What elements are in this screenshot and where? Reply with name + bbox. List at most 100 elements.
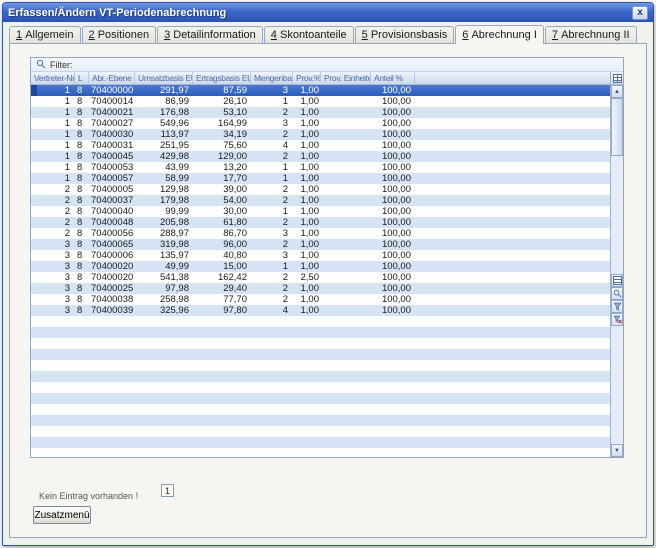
cell: 1,00 [293, 151, 321, 162]
table-row[interactable]: 2870400037179,9854,0021,00100,00 [31, 195, 610, 206]
cell [321, 184, 371, 195]
filter-clear-icon[interactable] [611, 313, 623, 326]
table-row[interactable]: 387040002597,9829,4021,00100,00 [31, 283, 610, 294]
table-row[interactable]: 1870400030113,9734,1921,00100,00 [31, 129, 610, 140]
table-row[interactable]: 3870400020541,38162,4222,50100,00 [31, 272, 610, 283]
table-row[interactable]: 1870400031251,9575,6041,00100,00 [31, 140, 610, 151]
cell: 100,00 [371, 85, 415, 96]
table-row[interactable]: 1870400000291,9787,5931,00100,00 [31, 85, 610, 96]
cell: 53,10 [193, 107, 251, 118]
cell: 100,00 [371, 129, 415, 140]
column-header[interactable]: Ertragsbasis EUR [193, 72, 251, 84]
column-header[interactable]: Mengenbasis [251, 72, 293, 84]
tab-key: 6 [462, 29, 468, 41]
close-icon[interactable]: x [632, 6, 648, 20]
scrollbar-track[interactable] [611, 156, 623, 274]
cell: 100,00 [371, 96, 415, 107]
cell [321, 217, 371, 228]
tab-abrechnung-1[interactable]: 6 Abrechnung I [455, 25, 544, 44]
cell: 1 [31, 173, 75, 184]
empty-row [31, 437, 610, 448]
cell: 1 [31, 151, 75, 162]
cell: 100,00 [371, 294, 415, 305]
page-indicator: 1 [161, 484, 174, 497]
column-header[interactable]: Anteil % [371, 72, 415, 84]
table-row[interactable]: 187040001486,9926,1011,00100,00 [31, 96, 610, 107]
filter-bar[interactable]: Filter: [31, 58, 623, 72]
cell: 2 [31, 195, 75, 206]
cell: 1 [31, 107, 75, 118]
column-header[interactable]: Abr.-Ebene [89, 72, 135, 84]
table-row[interactable]: 3870400006135,9740,8031,00100,00 [31, 250, 610, 261]
cell: 1,00 [293, 184, 321, 195]
cell: 100,00 [371, 261, 415, 272]
tab-positionen[interactable]: 2 Positionen [82, 26, 157, 43]
tab-page-abrechnung-1: Filter: Vertreter-Nr.LAbr.-EbeneUmsatzba… [9, 43, 647, 538]
cell: 8 [75, 173, 89, 184]
cell [321, 272, 371, 283]
table-row[interactable]: 3870400065319,9896,0021,00100,00 [31, 239, 610, 250]
cell: 97,80 [193, 305, 251, 316]
search-icon[interactable] [611, 287, 623, 300]
table-row[interactable]: 187040005758,9917,7011,00100,00 [31, 173, 610, 184]
table-row[interactable]: 187040005343,9913,2011,00100,00 [31, 162, 610, 173]
table-row[interactable]: 1870400045429,98129,0021,00100,00 [31, 151, 610, 162]
empty-row [31, 316, 610, 327]
cell: 54,00 [193, 195, 251, 206]
cell: 8 [75, 118, 89, 129]
cell: 549,96 [135, 118, 193, 129]
vertical-scrollbar[interactable]: ▲ ▼ [610, 85, 623, 457]
cell: 30,00 [193, 206, 251, 217]
cell: 3 [251, 118, 293, 129]
column-chooser-icon[interactable] [610, 72, 623, 84]
table-row[interactable]: 3870400038258,9877,7021,00100,00 [31, 294, 610, 305]
cell: 8 [75, 217, 89, 228]
scrollbar-track[interactable] [611, 326, 623, 444]
cell: 319,98 [135, 239, 193, 250]
tab-skontoanteile[interactable]: 4 Skontoanteile [264, 26, 354, 43]
column-header[interactable]: Umsatzbasis EUR [135, 72, 193, 84]
column-header[interactable]: L [75, 72, 89, 84]
zusatzmenu-button[interactable]: Zusatzmenü [33, 506, 91, 524]
cell: 1 [31, 129, 75, 140]
tab-provisionsbasis[interactable]: 5 Provisionsbasis [355, 26, 455, 43]
scrollbar-thumb[interactable] [611, 98, 623, 156]
cell: 2 [251, 184, 293, 195]
titlebar[interactable]: Erfassen/Ändern VT-Periodenabrechnung x [3, 3, 653, 22]
cell: 2 [31, 217, 75, 228]
table-row[interactable]: 3870400039325,9697,8041,00100,00 [31, 305, 610, 316]
scroll-up-icon[interactable]: ▲ [611, 85, 623, 98]
grid-settings-icon[interactable] [611, 274, 623, 287]
tab-allgemein[interactable]: 1 Allgemein [9, 26, 81, 43]
column-header[interactable]: Vertreter-Nr. [31, 72, 75, 84]
table-row[interactable]: 2870400056288,9786,7031,00100,00 [31, 228, 610, 239]
table-row[interactable]: 2870400005129,9839,0021,00100,00 [31, 184, 610, 195]
table-row[interactable]: 1870400021176,9853,1021,00100,00 [31, 107, 610, 118]
cell: 70400037 [89, 195, 135, 206]
cell: 8 [75, 206, 89, 217]
cell: 70400065 [89, 239, 135, 250]
cell: 1 [31, 85, 75, 96]
cell: 1,00 [293, 294, 321, 305]
filter-icon[interactable] [611, 300, 623, 313]
cell: 2 [251, 107, 293, 118]
scroll-down-icon[interactable]: ▼ [611, 444, 623, 457]
tab-abrechnung-2[interactable]: 7 Abrechnung II [545, 26, 637, 43]
table-row[interactable]: 2870400048205,9861,8021,00100,00 [31, 217, 610, 228]
empty-row [31, 371, 610, 382]
column-header[interactable]: Prov.% [293, 72, 321, 84]
column-header[interactable]: Prov. Einheiten [321, 72, 371, 84]
cell [321, 118, 371, 129]
cell: 100,00 [371, 184, 415, 195]
cell [321, 195, 371, 206]
table-row[interactable]: 287040004099,9930,0011,00100,00 [31, 206, 610, 217]
cell: 129,98 [135, 184, 193, 195]
table-row[interactable]: 1870400027549,96164,9931,00100,00 [31, 118, 610, 129]
table-row[interactable]: 387040002049,9915,0011,00100,00 [31, 261, 610, 272]
cell: 15,00 [193, 261, 251, 272]
cell: 1 [251, 206, 293, 217]
cell: 2 [251, 272, 293, 283]
cell: 100,00 [371, 173, 415, 184]
cell: 43,99 [135, 162, 193, 173]
tab-detailinformation[interactable]: 3 Detailinformation [157, 26, 263, 43]
